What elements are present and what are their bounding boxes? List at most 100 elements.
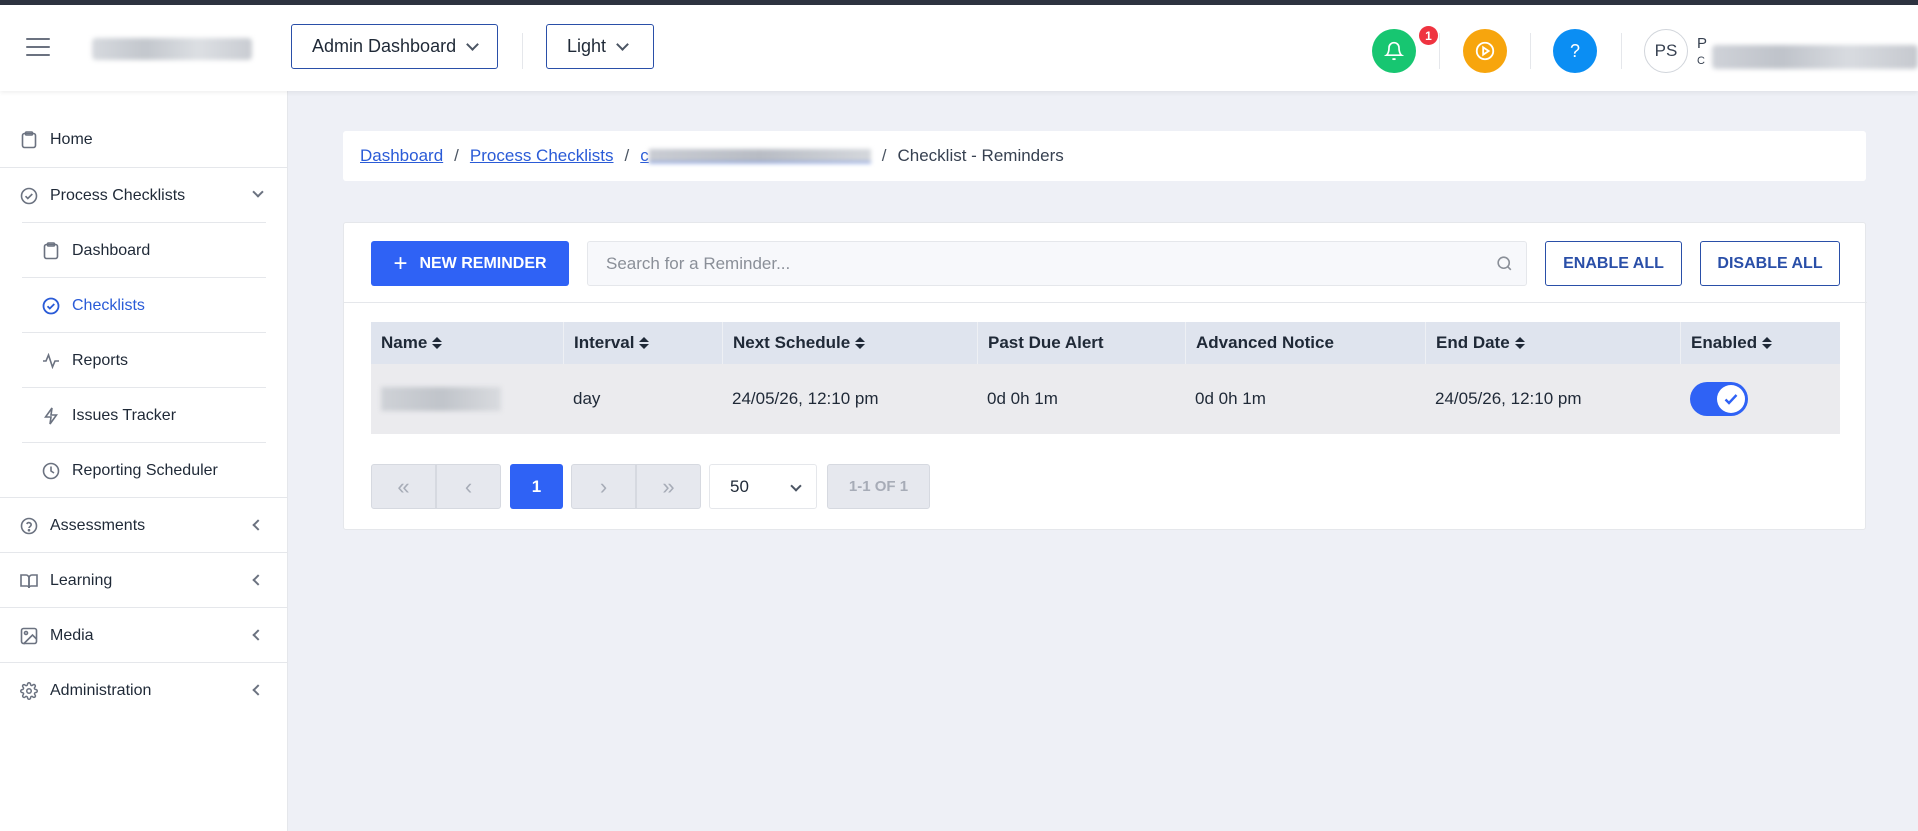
breadcrumb-separator: / <box>881 146 887 165</box>
new-reminder-button[interactable]: + NEW REMINDER <box>371 241 569 286</box>
next-page-button[interactable]: › <box>571 464 636 509</box>
breadcrumb-checklist-initial: c <box>640 146 649 165</box>
sidebar-item-label: Assessments <box>50 516 146 534</box>
disable-all-button[interactable]: DISABLE ALL <box>1700 241 1840 286</box>
last-page-button[interactable]: » <box>636 464 701 509</box>
column-header-end-date[interactable]: End Date <box>1425 322 1680 364</box>
column-header-interval[interactable]: Interval <box>563 322 722 364</box>
chevron-left-icon <box>252 574 264 586</box>
notifications-button[interactable] <box>1372 29 1416 73</box>
search-input[interactable] <box>587 241 1527 286</box>
table-row[interactable]: day 24/05/26, 12:10 pm 0d 0h 1m 0d 0h 1m… <box>371 364 1840 434</box>
column-header-label: Interval <box>574 333 635 352</box>
help-circle-icon <box>20 517 38 535</box>
column-header-past-due-alert: Past Due Alert <box>977 322 1185 364</box>
sidebar-item-home[interactable]: Home <box>0 112 288 167</box>
sidebar-item-dashboard[interactable]: Dashboard <box>0 223 288 278</box>
avatar-initials: PS <box>1654 41 1678 60</box>
enabled-toggle[interactable] <box>1690 382 1748 416</box>
chevron-down-icon <box>466 37 479 51</box>
bell-icon <box>1384 41 1404 61</box>
sort-icon <box>1514 337 1525 349</box>
gear-icon <box>20 681 38 700</box>
sidebar-item-label: Dashboard <box>72 241 151 259</box>
breadcrumb-dashboard-link[interactable]: Dashboard <box>360 146 443 166</box>
activity-icon <box>42 352 60 370</box>
breadcrumb-checklist-name-blurred <box>648 149 871 163</box>
header-divider <box>522 33 523 69</box>
chevron-left-icon <box>252 629 264 641</box>
sort-icon <box>639 337 650 349</box>
cell-interval: day <box>573 389 601 408</box>
sidebar: Home Process Checklists Dashboard Checkl… <box>0 91 288 831</box>
prev-page-button[interactable]: ‹ <box>436 464 501 509</box>
chevron-down-icon <box>616 37 629 51</box>
sidebar-item-label: Home <box>50 130 93 148</box>
sort-icon <box>855 337 866 349</box>
cell-end-date: 24/05/26, 12:10 pm <box>1435 389 1582 408</box>
clock-icon <box>42 462 60 480</box>
plus-icon: + <box>393 249 408 277</box>
sidebar-item-label: Reports <box>72 351 129 369</box>
sidebar-item-issues-tracker[interactable]: Issues Tracker <box>0 388 288 443</box>
toggle-knob <box>1717 385 1745 413</box>
column-header-next-schedule[interactable]: Next Schedule <box>722 322 977 364</box>
disable-all-label: DISABLE ALL <box>1717 254 1823 272</box>
cell-past-due-alert: 0d 0h 1m <box>987 389 1058 408</box>
image-icon <box>20 627 38 645</box>
question-mark-icon: ? <box>1569 40 1580 61</box>
reminder-name-blurred <box>381 387 501 411</box>
sidebar-item-reporting-scheduler[interactable]: Reporting Scheduler <box>0 443 288 498</box>
notification-badge: 1 <box>1419 26 1438 45</box>
sidebar-item-checklists[interactable]: Checklists <box>0 278 288 333</box>
dashboard-select[interactable]: Admin Dashboard <box>291 24 499 69</box>
sidebar-item-learning[interactable]: Learning <box>0 553 288 608</box>
new-reminder-label: NEW REMINDER <box>419 254 547 272</box>
cell-name <box>371 364 563 434</box>
sidebar-item-label: Reporting Scheduler <box>72 461 218 479</box>
header-divider <box>1530 33 1531 69</box>
page-1-button[interactable]: 1 <box>510 464 563 509</box>
search-icon[interactable] <box>1495 254 1514 273</box>
theme-select[interactable]: Light <box>546 24 654 69</box>
lightning-icon <box>42 407 60 425</box>
enable-all-button[interactable]: ENABLE ALL <box>1545 241 1682 286</box>
breadcrumb-current: Checklist - Reminders <box>897 146 1064 165</box>
brand-logo <box>92 38 252 60</box>
first-page-button[interactable]: « <box>371 464 436 509</box>
help-button[interactable]: ? <box>1553 29 1597 73</box>
breadcrumb: Dashboard / Process Checklists / c / Che… <box>343 131 1866 181</box>
chevron-left-icon <box>252 684 264 696</box>
sidebar-item-media[interactable]: Media <box>0 608 288 663</box>
column-header-label: Advanced Notice <box>1196 333 1334 352</box>
column-header-label: Name <box>381 333 428 352</box>
sidebar-item-label: Process Checklists <box>50 186 186 204</box>
hamburger-menu-icon[interactable] <box>26 38 50 56</box>
sidebar-item-administration[interactable]: Administration <box>0 663 288 718</box>
breadcrumb-process-checklists-link[interactable]: Process Checklists <box>470 146 614 166</box>
book-icon <box>20 572 38 590</box>
table-header: Name Interval Next Schedule Past Due Ale… <box>371 322 1840 364</box>
column-header-name[interactable]: Name <box>371 322 563 364</box>
avatar[interactable]: PS <box>1644 29 1688 73</box>
sidebar-item-process-checklists[interactable]: Process Checklists <box>0 168 288 223</box>
dashboard-select-label: Admin Dashboard <box>312 36 457 56</box>
column-header-enabled[interactable]: Enabled <box>1680 322 1840 364</box>
cell-advanced-notice: 0d 0h 1m <box>1195 389 1266 408</box>
sidebar-item-label: Learning <box>50 571 113 589</box>
play-button[interactable] <box>1463 29 1507 73</box>
sidebar-item-reports[interactable]: Reports <box>0 333 288 388</box>
breadcrumb-separator: / <box>624 146 630 165</box>
reminders-card: + NEW REMINDER ENABLE ALL DISABLE ALL Na… <box>343 222 1867 530</box>
sidebar-item-assessments[interactable]: Assessments <box>0 498 288 553</box>
sidebar-item-label: Administration <box>50 681 152 699</box>
cell-enabled <box>1680 364 1840 434</box>
column-header-label: Enabled <box>1691 333 1758 352</box>
breadcrumb-checklist-link[interactable]: c <box>640 146 871 166</box>
clipboard-icon <box>20 130 38 149</box>
header-divider <box>1621 33 1622 69</box>
page-size-value: 50 <box>730 476 749 496</box>
page-size-select[interactable]: 50 <box>709 464 817 509</box>
chevron-left-icon <box>252 519 264 531</box>
clipboard-icon <box>42 241 60 260</box>
